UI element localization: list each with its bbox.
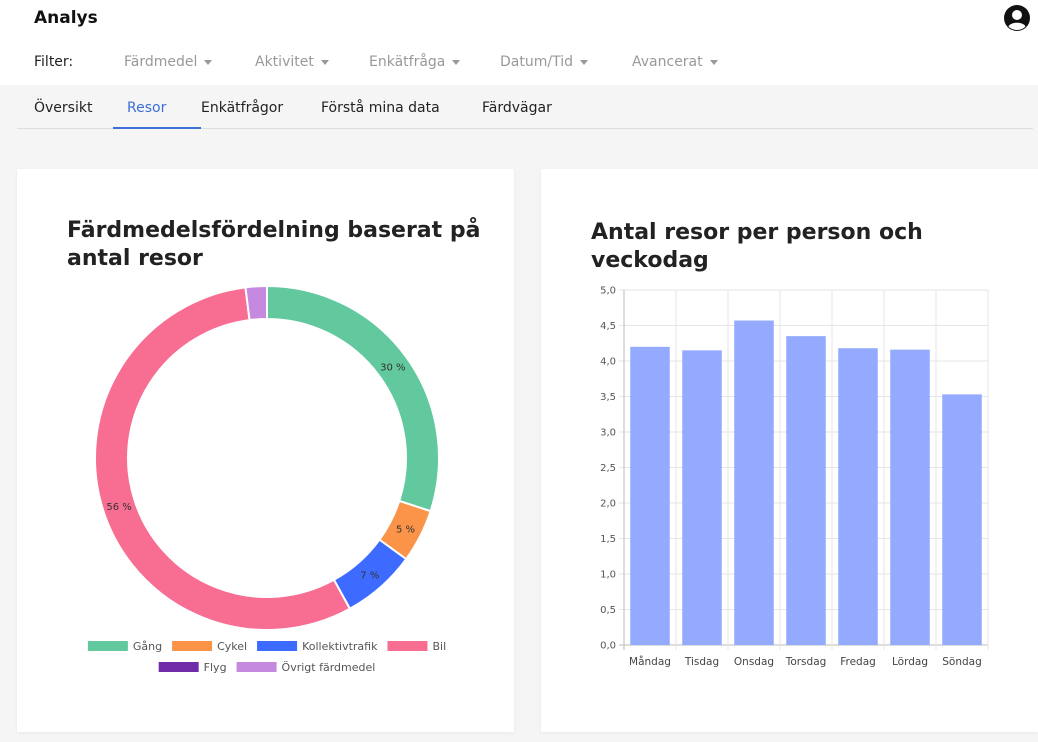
app-title: Analys <box>34 8 98 28</box>
donut-label-gang: 30 % <box>380 363 405 374</box>
y-tick-label: 1,0 <box>600 570 616 581</box>
filter-aktivitet-dropdown[interactable]: Aktivitet <box>255 54 329 70</box>
filter-aktivitet-label: Aktivitet <box>255 54 314 70</box>
donut-slice-bil <box>94 286 352 631</box>
y-tick-label: 0,0 <box>600 641 616 652</box>
y-tick-label: 2,5 <box>600 463 616 474</box>
y-tick-label: 3,0 <box>600 428 616 439</box>
bar-chart: 0,0 0,5 1,0 1,5 2,0 2,5 3,0 3,5 4,0 4,5 5,0 Måndag T… <box>600 286 989 668</box>
donut-slice-ovrigt-fardmedel <box>244 284 268 322</box>
bar-fredag <box>838 348 878 645</box>
legend-label-gang: Gång <box>133 640 162 653</box>
legend-item-flyg[interactable]: Flyg <box>158 661 227 674</box>
x-tick-label-onsdag: Onsdag <box>734 656 774 668</box>
donut-slice-gang <box>266 284 440 513</box>
legend-swatch-flyg <box>158 662 199 672</box>
legend-swatch-ovrigt-fardmedel <box>236 662 277 672</box>
tab-bar: Översikt Resor Enkätfrågor Förstå mina d… <box>17 85 1033 129</box>
filter-avancerat-dropdown[interactable]: Avancerat <box>632 54 718 70</box>
y-tick-label: 1,5 <box>600 534 616 545</box>
bar-chart-title: Antal resor per person och veckodag <box>591 219 923 275</box>
x-tick-label-tisdag: Tisdag <box>684 656 719 668</box>
legend-swatch-gang <box>87 641 128 651</box>
filter-datum-tid-label: Datum/Tid <box>500 54 573 70</box>
filter-fardmedel-dropdown[interactable]: Färdmedel <box>124 54 213 70</box>
y-tick-label: 4,0 <box>600 357 616 368</box>
x-tick-label-fredag: Fredag <box>840 656 876 668</box>
legend-label-bil: Bil <box>432 640 446 653</box>
filter-label: Filter: <box>34 54 74 70</box>
tab-forsta-mina-data[interactable]: Förstå mina data <box>321 100 440 116</box>
legend-item-gang[interactable]: Gång <box>87 640 162 653</box>
tab-oversikt[interactable]: Översikt <box>34 100 92 116</box>
y-tick-label: 3,5 <box>600 392 616 403</box>
legend-item-cykel[interactable]: Cykel <box>172 640 247 653</box>
donut-label-kollektivtrafik: 7 % <box>360 571 379 582</box>
active-tab-indicator <box>113 127 201 129</box>
donut-chart-title: Färdmedelsfördelning baserat på antal re… <box>67 217 480 273</box>
filter-fardmedel-label: Färdmedel <box>124 54 198 70</box>
bar-sondag <box>942 394 982 645</box>
caret-down-icon <box>709 59 718 65</box>
y-tick-label: 2,0 <box>600 499 616 510</box>
y-tick-label: 0,5 <box>600 605 616 616</box>
tab-fardvagar[interactable]: Färdvägar <box>482 100 552 116</box>
donut-chart: 30 % 5 % 7 % 56 % Gång Cykel Kollektivtrafik Bi… <box>87 284 446 674</box>
caret-down-icon <box>452 59 461 65</box>
x-tick-label-mandag: Måndag <box>629 655 671 668</box>
tab-resor[interactable]: Resor <box>127 100 166 116</box>
legend-label-kollektivtrafik: Kollektivtrafik <box>302 640 378 653</box>
donut-label-cykel: 5 % <box>396 525 415 536</box>
legend-label-ovrigt-fardmedel: Övrigt färdmedel <box>282 661 376 674</box>
caret-down-icon <box>579 59 588 65</box>
bar-chart-title-line2: veckodag <box>591 248 709 273</box>
legend-label-flyg: Flyg <box>204 661 227 674</box>
filter-bar: Filter: Färdmedel Aktivitet Enkätfråga D… <box>0 40 1038 85</box>
bar-lordag <box>890 349 930 645</box>
bar-torsdag <box>786 336 826 645</box>
tab-enkatfragor[interactable]: Enkätfrågor <box>201 100 283 116</box>
bar-chart-title-line1: Antal resor per person och <box>591 220 923 245</box>
legend-item-bil[interactable]: Bil <box>387 640 446 653</box>
donut-chart-title-line1: Färdmedelsfördelning baserat på <box>67 218 481 243</box>
x-tick-label-torsdag: Torsdag <box>785 656 827 668</box>
user-circle-icon[interactable] <box>1003 4 1031 32</box>
bar-mandag <box>630 346 670 645</box>
bar-onsdag <box>734 320 774 645</box>
trips-per-weekday-card: Antal resor per person och veckodag 0,0 0… <box>541 169 1038 732</box>
y-tick-label: 4,5 <box>600 321 616 332</box>
legend-item-ovrigt-fardmedel[interactable]: Övrigt färdmedel <box>236 661 376 674</box>
top-bar: Analys <box>0 0 1038 40</box>
bar-tisdag <box>682 350 722 645</box>
legend-item-kollektivtrafik[interactable]: Kollektivtrafik <box>257 640 378 653</box>
x-tick-label-sondag: Söndag <box>942 656 982 668</box>
legend-swatch-kollektivtrafik <box>257 641 298 651</box>
legend-swatch-cykel <box>172 641 213 651</box>
caret-down-icon <box>320 59 329 65</box>
filter-datum-tid-dropdown[interactable]: Datum/Tid <box>500 54 588 70</box>
donut-label-bil: 56 % <box>106 502 131 513</box>
filter-avancerat-label: Avancerat <box>632 54 703 70</box>
filter-enkatfraga-dropdown[interactable]: Enkätfråga <box>369 54 461 70</box>
caret-down-icon <box>204 59 213 65</box>
mode-share-card: Färdmedelsfördelning baserat på antal re… <box>17 169 514 732</box>
legend-label-cykel: Cykel <box>217 640 247 653</box>
filter-enkatfraga-label: Enkätfråga <box>369 54 446 70</box>
legend-swatch-bil <box>387 641 428 651</box>
y-tick-label: 5,0 <box>600 286 616 297</box>
x-tick-label-lordag: Lördag <box>892 656 928 668</box>
